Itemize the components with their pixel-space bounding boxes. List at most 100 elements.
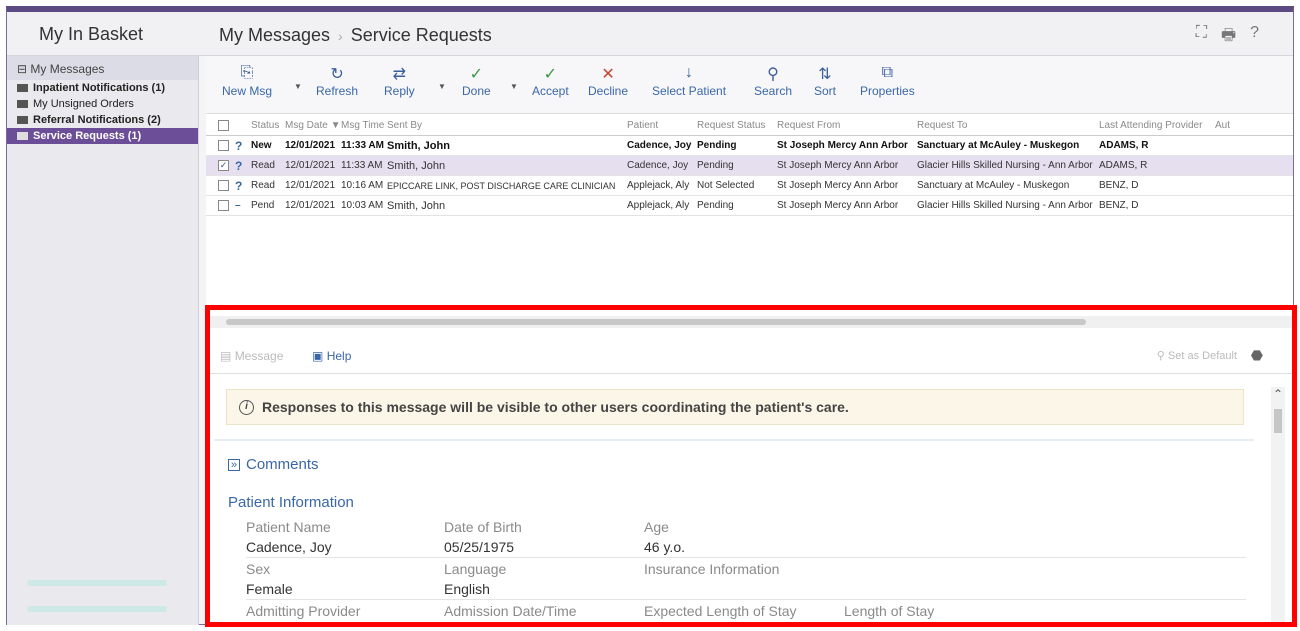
cell-request-to: Glacier Hills Skilled Nursing - Ann Arbo… [917,200,1093,211]
message-grid: Status Msg Date ▼ Msg Time Sent By Patie… [206,116,1293,216]
cell-provider: BENZ, D [1099,180,1139,191]
properties-button[interactable]: ⧉ Properties [860,64,915,98]
refresh-button[interactable]: ↻ Refresh [316,64,358,98]
app-title: My In Basket [39,24,144,44]
sidebar-item-label: My Unsigned Orders [33,98,134,110]
set-as-default-label: Set as Default [1167,350,1237,362]
sidebar-item-label: Inpatient Notifications (1) [33,82,165,94]
cell-request-from: St Joseph Mercy Ann Arbor [777,200,899,211]
new-msg-dropdown-icon[interactable]: ▼ [294,82,302,91]
cell-status: Read [251,180,275,191]
cell-time: 10:16 AM [341,180,384,191]
person-icon: ↓ [685,64,694,81]
search-button[interactable]: ⚲ Search [754,64,792,98]
row-checkbox[interactable] [218,200,229,211]
label-expected-length-of-stay: Expected Length of Stay [644,602,797,619]
question-icon: ? [235,138,243,153]
row-checkbox[interactable] [218,140,229,151]
sidebar-item-service-requests[interactable]: Service Requests (1) [7,128,198,144]
sidebar-item-my-unsigned-orders[interactable]: My Unsigned Orders [7,96,198,112]
divider [206,373,1293,374]
done-dropdown-icon[interactable]: ▼ [510,82,518,91]
help-icon[interactable]: ? [1250,24,1259,51]
set-as-default-button[interactable]: ⚲ Set as Default [1157,349,1237,362]
col-sent-by[interactable]: Sent By [387,120,627,131]
col-request-from[interactable]: Request From [777,120,917,131]
button-label: Refresh [316,84,359,98]
print-icon[interactable]: 🖶 [1221,24,1236,51]
grid-header: Status Msg Date ▼ Msg Time Sent By Patie… [206,116,1293,136]
info-icon: i [239,399,254,415]
col-request-status[interactable]: Request Status [697,120,777,131]
col-last-attending-provider[interactable]: Last Attending Provider [1099,120,1215,131]
horizontal-scrollbar[interactable] [206,316,1293,328]
cell-request-to: Sanctuary at McAuley - Muskegon [917,140,1080,151]
button-label: Done [462,84,491,98]
refresh-icon: ↻ [330,66,344,83]
cell-patient: Applejack, Aly [627,200,690,211]
label-language: Language [444,560,507,577]
reply-dropdown-icon[interactable]: ▼ [438,82,446,91]
value-age: 46 y.o. [644,539,685,555]
tab-help[interactable]: ▣ Help [312,349,351,363]
accept-button[interactable]: ✓ Accept [532,64,569,98]
cell-sent-by: Smith, John [387,199,446,212]
label-row: Admitting Provider Admission Date/Time E… [246,600,1246,621]
table-row[interactable]: – Pend 12/01/2021 10:03 AM Smith, John A… [206,196,1293,216]
cell-request-from: St Joseph Mercy Ann Arbor [777,180,899,191]
col-msg-time[interactable]: Msg Time [341,120,387,131]
row-checkbox[interactable]: ✓ [218,160,229,171]
select-patient-button[interactable]: ↓ Select Patient [652,64,726,98]
decorative-blur [27,606,167,612]
print-icon[interactable]: ⬣ [1251,347,1263,364]
toolbar: ⎘ New Msg ▼ ↻ Refresh ⇄ Reply ▼ ✓ Done ▼ ✓ Ac… [206,56,1293,114]
label-admitting-provider: Admitting Provider [246,602,361,619]
breadcrumb: My Messages › Service Requests [219,25,492,46]
sidebar-item-referral-notifications[interactable]: Referral Notifications (2) [7,112,198,128]
expand-icon[interactable]: ⛶ [1196,24,1207,51]
vertical-scrollbar[interactable]: ⌃ [1271,387,1285,625]
properties-icon: ⧉ [881,64,894,81]
breadcrumb-service-requests: Service Requests [350,25,492,45]
label-length-of-stay: Length of Stay [844,602,935,619]
new-msg-button[interactable]: ⎘ New Msg [222,64,272,98]
expand-icon: » [228,458,240,471]
title-bar: My In Basket My Messages › Service Request… [7,12,1293,56]
col-msg-date[interactable]: Msg Date ▼ [285,120,341,131]
reply-button[interactable]: ⇄ Reply [384,64,415,98]
col-status[interactable]: Status [251,120,285,131]
help-book-icon: ▣ [312,349,324,363]
tab-message[interactable]: ▤ Message [220,349,283,363]
cell-request-to: Glacier Hills Skilled Nursing - Ann Arbo… [917,160,1093,171]
sidebar-header[interactable]: ⊟ My Messages [7,56,198,80]
comments-toggle[interactable]: » Comments [228,456,319,473]
sidebar-item-label: Referral Notifications (2) [33,114,161,126]
table-row[interactable]: ? Read 12/01/2021 10:16 AM EPICCARE LINK… [206,176,1293,196]
col-aut[interactable]: Aut [1215,120,1235,131]
divider [214,439,1254,441]
cell-time: 11:33 AM [341,160,383,171]
select-all-checkbox[interactable] [218,120,229,131]
label-row: Patient Name Date of Birth Age [246,516,1246,537]
col-patient[interactable]: Patient [627,120,697,131]
sidebar-item-label: Service Requests (1) [33,130,142,142]
table-row[interactable]: ? New 12/01/2021 11:33 AM Smith, John Ca… [206,136,1293,156]
value-date-of-birth: 05/25/1975 [444,539,515,555]
table-row[interactable]: ✓ ? Read 12/01/2021 11:33 AM Smith, John… [206,156,1293,176]
button-label: New Msg [222,84,273,98]
pin-icon: ⚲ [1156,350,1165,362]
decline-button[interactable]: ✕ Decline [588,64,628,98]
row-checkbox[interactable] [218,180,229,191]
scrollbar-thumb[interactable] [226,319,1086,325]
cell-status: Read [251,160,275,171]
breadcrumb-my-messages[interactable]: My Messages [219,25,330,45]
sort-icon: ⇅ [818,66,832,83]
reply-icon: ⇄ [392,66,407,83]
cell-sent-by: Smith, John [387,139,450,152]
sidebar-item-inpatient-notifications[interactable]: Inpatient Notifications (1) [7,80,198,96]
done-button[interactable]: ✓ Done [462,64,491,98]
scrollbar-thumb[interactable] [1274,409,1282,433]
sort-button[interactable]: ⇅ Sort [814,64,836,98]
scroll-up-icon[interactable]: ⌃ [1273,387,1283,401]
col-request-to[interactable]: Request To [917,120,1099,131]
